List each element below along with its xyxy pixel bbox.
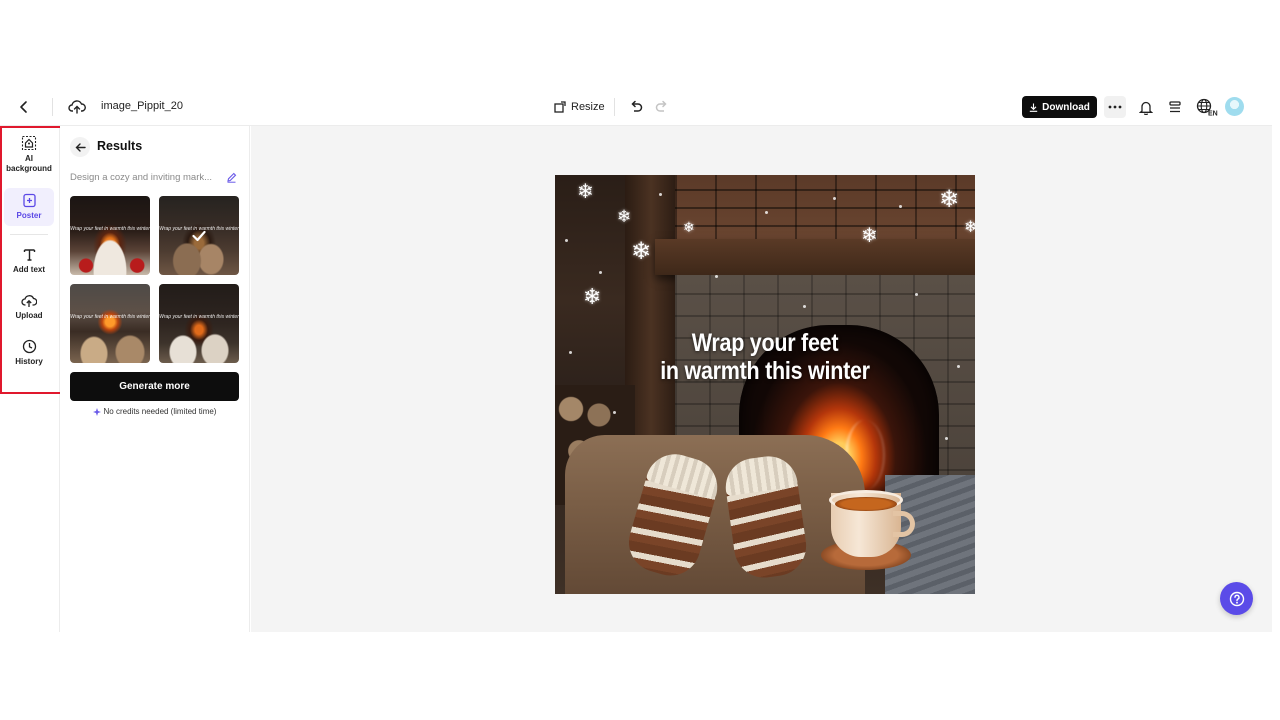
checkmark-icon <box>189 226 209 246</box>
poster-canvas[interactable]: ❄ ❄ ❄ ❄ ❄ ❄ ❄ ❄ Wrap your feet in warmth… <box>555 175 975 594</box>
upload-icon <box>21 294 37 307</box>
snow-dot <box>765 211 768 214</box>
download-button[interactable]: Download <box>1022 96 1097 118</box>
snowflake-icon: ❄ <box>861 223 878 247</box>
snow-dot <box>565 239 568 242</box>
divider <box>10 234 48 235</box>
snowflake-icon: ❄ <box>631 237 652 265</box>
top-bar: image_Pippit_20 Resize Download EN <box>0 88 1272 126</box>
rail-item-history[interactable]: History <box>4 334 54 372</box>
result-thumbnail[interactable]: Wrap your feet in warmth this winter <box>70 196 150 275</box>
panel-title: Results <box>97 139 143 153</box>
result-thumbnail[interactable]: Wrap your feet in warmth this winter <box>159 284 239 363</box>
redo-icon[interactable] <box>652 97 672 117</box>
tool-rail: AI background Poster Add text Upload His… <box>0 126 60 632</box>
snowflake-icon: ❄ <box>583 285 602 310</box>
snow-dot <box>659 193 662 196</box>
result-thumbnail-selected[interactable]: Wrap your feet in warmth this winter <box>159 196 239 275</box>
snow-dot <box>833 197 836 200</box>
prompt-text: Design a cozy and inviting mark... <box>70 172 213 183</box>
rail-item-add-text[interactable]: Add text <box>4 242 54 280</box>
result-thumbnail[interactable]: Wrap your feet in warmth this winter <box>70 284 150 363</box>
rail-item-label: Poster <box>16 211 42 220</box>
language-code: EN <box>1208 111 1218 117</box>
user-avatar[interactable] <box>1225 97 1244 116</box>
editor-app: image_Pippit_20 Resize Download EN AI ba… <box>0 88 1272 632</box>
poster-tea-cup <box>829 490 915 557</box>
snow-dot <box>945 437 948 440</box>
snowflake-icon: ❄ <box>577 179 594 203</box>
more-options-icon[interactable] <box>1104 96 1126 118</box>
cup-tea <box>835 497 897 511</box>
credits-note: No credits needed (limited time) <box>70 407 239 416</box>
snow-dot <box>599 271 602 274</box>
layers-icon[interactable] <box>1165 97 1185 117</box>
back-arrow-icon[interactable] <box>14 97 34 117</box>
resize-label: Resize <box>571 101 605 113</box>
help-question-icon[interactable] <box>1220 582 1253 615</box>
text-icon <box>23 249 35 261</box>
snow-dot <box>613 411 616 414</box>
poster-headline-line-2: in warmth this winter <box>660 357 870 385</box>
ai-background-icon <box>21 135 37 150</box>
rail-item-label: Upload <box>15 310 43 320</box>
poster-brick-wall <box>675 175 975 245</box>
rail-item-poster[interactable]: Poster <box>4 188 54 226</box>
divider <box>52 98 53 116</box>
rail-item-upload[interactable]: Upload <box>4 288 54 326</box>
file-name[interactable]: image_Pippit_20 <box>101 100 183 112</box>
poster-mantel <box>655 239 975 275</box>
language-globe-icon[interactable]: EN <box>1195 96 1219 118</box>
cloud-sync-icon[interactable] <box>67 97 87 117</box>
canvas-area[interactable]: ❄ ❄ ❄ ❄ ❄ ❄ ❄ ❄ Wrap your feet in warmth… <box>251 126 1272 632</box>
rail-item-label: Add text <box>13 265 45 274</box>
thumbnail-caption: Wrap your feet in warmth this winter <box>70 226 150 232</box>
divider <box>614 98 615 116</box>
snowflake-icon: ❄ <box>617 207 632 227</box>
back-arrow-icon[interactable] <box>70 137 90 157</box>
rail-item-label: AI background <box>6 153 52 173</box>
thumbnail-caption: Wrap your feet in warmth this winter <box>159 314 239 320</box>
download-icon <box>1029 103 1038 112</box>
resize-button[interactable]: Resize <box>553 96 605 118</box>
poster-armchair <box>565 435 865 594</box>
credits-note-text: No credits needed (limited time) <box>103 407 217 416</box>
download-label: Download <box>1042 101 1090 113</box>
snow-dot <box>715 275 718 278</box>
rail-item-ai-background[interactable]: AI background <box>4 132 54 176</box>
notification-bell-icon[interactable] <box>1136 97 1156 117</box>
resize-icon <box>554 100 566 113</box>
poster-headline[interactable]: Wrap your feet in warmth this winter <box>584 329 945 385</box>
edit-pencil-icon[interactable] <box>224 170 238 184</box>
snow-dot <box>915 293 918 296</box>
results-panel: Results Design a cozy and inviting mark.… <box>60 126 250 632</box>
snow-dot <box>803 305 806 308</box>
snow-dot <box>569 351 572 354</box>
history-icon <box>22 339 36 354</box>
snowflake-icon: ❄ <box>939 185 960 213</box>
undo-icon[interactable] <box>626 97 646 117</box>
rail-item-label: History <box>15 357 43 366</box>
poster-headline-line-1: Wrap your feet <box>691 329 839 357</box>
poster-icon <box>22 193 36 208</box>
snow-dot <box>957 365 960 368</box>
snowflake-icon: ❄ <box>964 217 975 236</box>
sparkle-icon <box>92 407 101 416</box>
snow-dot <box>899 205 902 208</box>
snowflake-icon: ❄ <box>683 220 695 236</box>
generate-more-button[interactable]: Generate more <box>70 372 239 401</box>
thumbnail-caption: Wrap your feet in warmth this winter <box>70 314 150 320</box>
